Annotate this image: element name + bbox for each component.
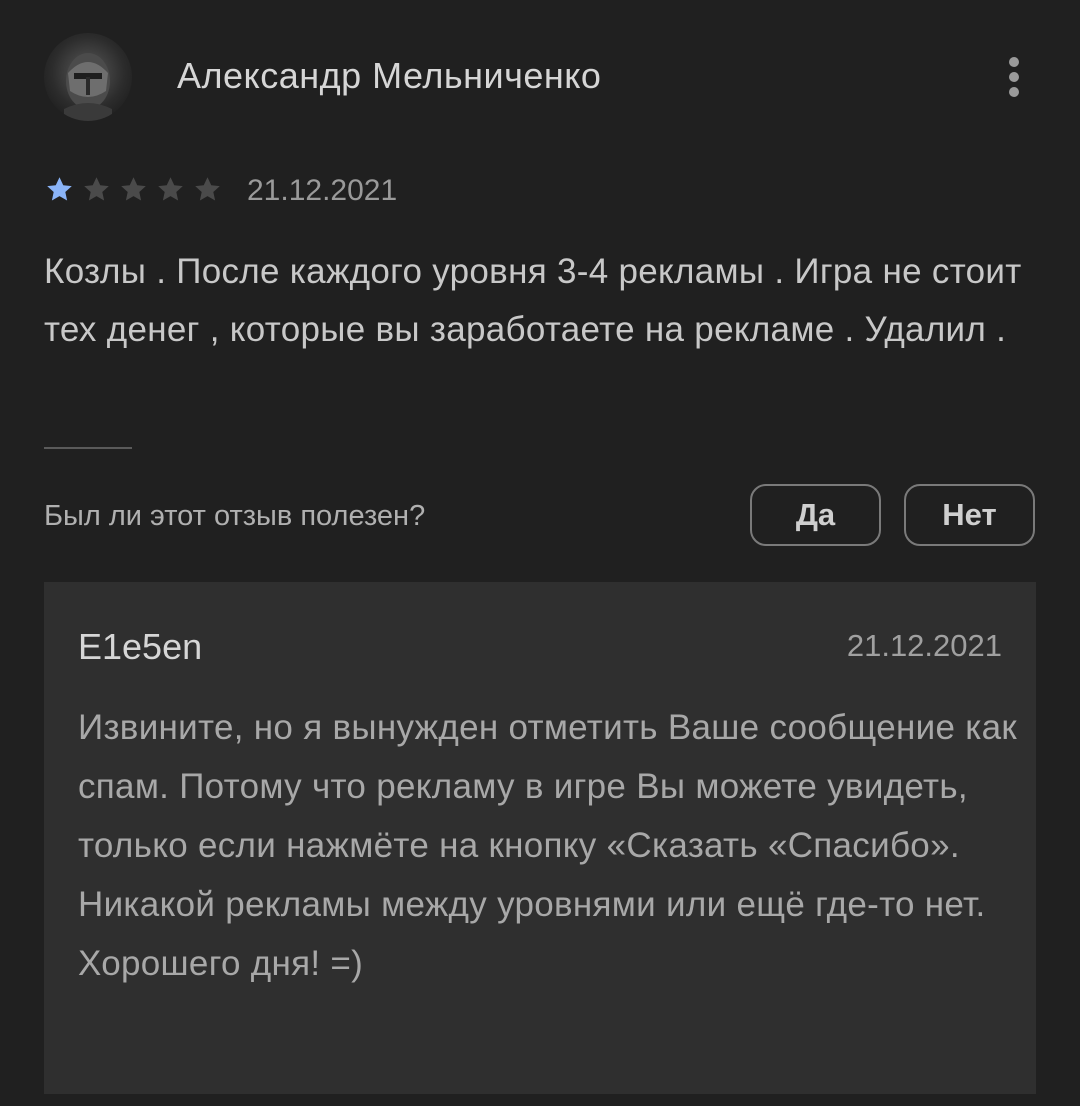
star-icon bbox=[158, 177, 183, 201]
reply-date: 21.12.2021 bbox=[846, 628, 1002, 663]
review-text: Козлы . После каждого уровня 3-4 рекламы… bbox=[44, 252, 1022, 349]
star-icon bbox=[195, 177, 220, 201]
review-card: Александр Мельниченко 21.12.2021 Козлы .… bbox=[0, 0, 1080, 1106]
reply-author-name: E1e5en bbox=[78, 626, 203, 667]
helpful-question: Был ли этот отзыв полезен? bbox=[44, 500, 426, 532]
review-author-name: Александр Мельниченко bbox=[177, 55, 602, 96]
review-header: Александр Мельниченко bbox=[44, 33, 1044, 121]
star-icon bbox=[47, 177, 72, 201]
star-rating bbox=[44, 174, 229, 205]
review-date: 21.12.2021 bbox=[247, 174, 398, 207]
more-vert-icon[interactable] bbox=[999, 55, 1029, 99]
star-icon bbox=[84, 177, 109, 201]
helpful-no-button[interactable]: Нет bbox=[904, 484, 1035, 546]
helpful-yes-button[interactable]: Да bbox=[750, 484, 881, 546]
developer-reply: E1e5en 21.12.2021 Извините, но я вынужде… bbox=[44, 582, 1036, 1094]
divider bbox=[44, 447, 132, 449]
reply-text: Извините, но я вынужден отметить Ваше со… bbox=[78, 708, 1018, 983]
avatar[interactable] bbox=[44, 33, 132, 121]
rating-row: 21.12.2021 bbox=[44, 172, 644, 212]
star-icon bbox=[121, 177, 146, 201]
